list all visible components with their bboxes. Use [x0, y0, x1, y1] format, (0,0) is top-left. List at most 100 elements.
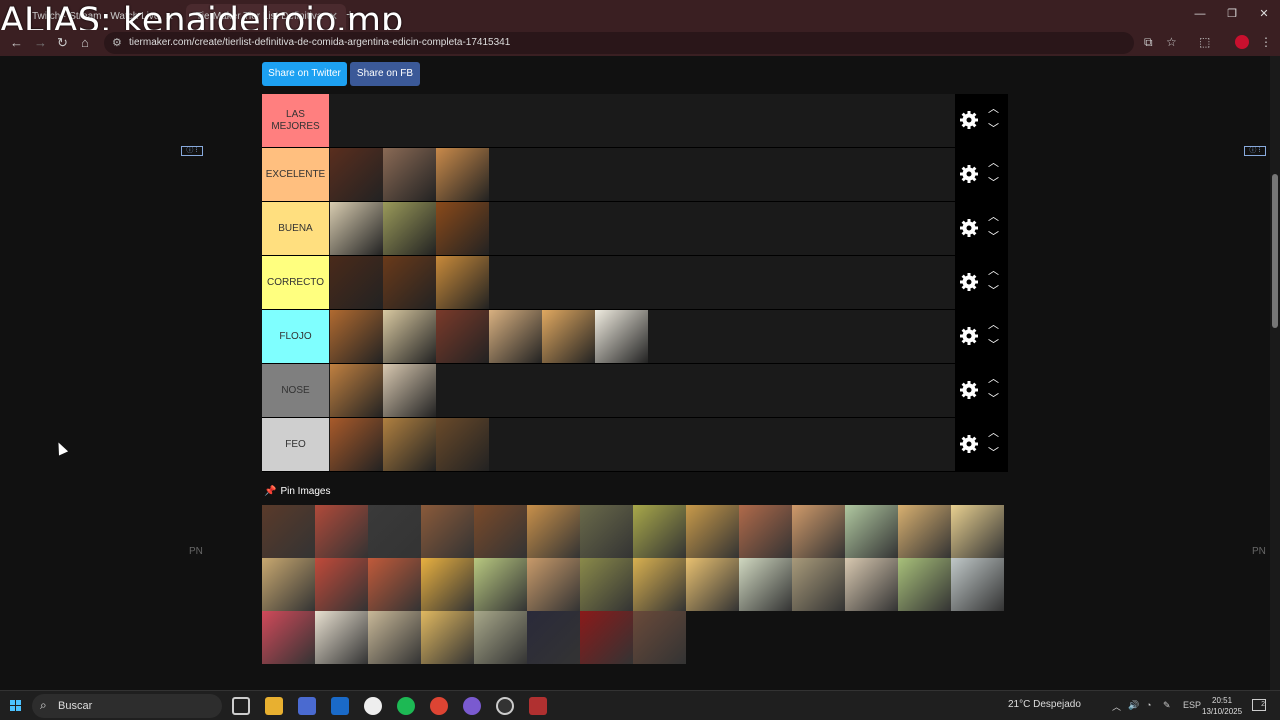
extensions-icon[interactable]: ⬚ — [1199, 35, 1210, 49]
tier-label[interactable]: FEO — [262, 418, 329, 471]
food-image-card[interactable] — [330, 418, 383, 471]
food-image-card[interactable] — [580, 558, 633, 611]
obs-icon[interactable] — [496, 697, 514, 715]
gear-icon[interactable] — [959, 380, 979, 400]
chevron-up-icon[interactable]: ︿ — [988, 428, 999, 439]
close-window-icon[interactable]: ✕ — [1248, 0, 1280, 30]
gear-icon[interactable] — [959, 164, 979, 184]
task-view-icon[interactable] — [232, 697, 250, 715]
pin-icon[interactable]: 📌 — [264, 486, 276, 497]
food-image-card[interactable] — [262, 505, 315, 558]
share-fb-button[interactable]: Share on FB — [350, 62, 420, 86]
page-scrollbar[interactable] — [1270, 56, 1280, 690]
food-image-card[interactable] — [527, 505, 580, 558]
food-image-card[interactable] — [527, 558, 580, 611]
chevron-down-icon[interactable]: ﹀ — [988, 178, 999, 189]
gear-icon[interactable] — [959, 326, 979, 346]
chevron-up-icon[interactable]: ︿ — [988, 266, 999, 277]
file-explorer-icon[interactable] — [265, 697, 283, 715]
food-image-card[interactable] — [383, 148, 436, 201]
chevron-down-icon[interactable]: ﹀ — [988, 232, 999, 243]
food-image-card[interactable] — [898, 505, 951, 558]
food-image-card[interactable] — [383, 202, 436, 255]
food-image-card[interactable] — [527, 611, 580, 664]
food-image-card[interactable] — [315, 611, 368, 664]
food-image-card[interactable] — [686, 505, 739, 558]
food-image-card[interactable] — [633, 505, 686, 558]
tier-label[interactable]: EXCELENTE — [262, 148, 329, 201]
food-image-card[interactable] — [383, 256, 436, 309]
chevron-up-icon[interactable]: ︿ — [988, 320, 999, 331]
pen-icon[interactable]: ✎ — [1163, 700, 1171, 711]
taskbar-search[interactable]: ⌕ Buscar — [32, 694, 222, 718]
chevron-up-icon[interactable]: ︿ — [988, 158, 999, 169]
food-image-card[interactable] — [739, 558, 792, 611]
food-image-card[interactable] — [421, 558, 474, 611]
gear-icon[interactable] — [959, 272, 979, 292]
food-image-card[interactable] — [262, 611, 315, 664]
notifications-icon[interactable]: 2 — [1252, 699, 1266, 711]
ad-choices-icon[interactable]: ⓘ ⁝ — [181, 146, 203, 156]
food-image-card[interactable] — [580, 505, 633, 558]
food-image-card[interactable] — [436, 418, 489, 471]
scrollbar-thumb[interactable] — [1272, 174, 1278, 328]
food-image-card[interactable] — [368, 611, 421, 664]
chrome-icon[interactable] — [430, 697, 448, 715]
food-image-card[interactable] — [330, 310, 383, 363]
bookmark-star-icon[interactable]: ☆ — [1166, 35, 1177, 49]
food-image-card[interactable] — [436, 256, 489, 309]
store-icon[interactable] — [298, 697, 316, 715]
food-image-card[interactable] — [383, 364, 436, 417]
address-bar[interactable]: ⚙ tiermaker.com/create/tierlist-definiti… — [104, 32, 1134, 54]
restore-icon[interactable]: ❐ — [1216, 0, 1248, 30]
tier-label[interactable]: LAS MEJORES — [262, 94, 329, 147]
home-icon[interactable]: ⌂ — [81, 35, 89, 50]
chevron-up-icon[interactable]: ︿ — [988, 104, 999, 115]
food-image-card[interactable] — [262, 558, 315, 611]
food-image-card[interactable] — [951, 505, 1004, 558]
food-image-card[interactable] — [421, 611, 474, 664]
ad-choices-icon[interactable]: ⓘ ⁝ — [1244, 146, 1266, 156]
food-image-card[interactable] — [542, 310, 595, 363]
food-image-card[interactable] — [633, 611, 686, 664]
food-image-card[interactable] — [383, 418, 436, 471]
app-icon[interactable] — [529, 697, 547, 715]
tier-label[interactable]: NOSE — [262, 364, 329, 417]
food-image-card[interactable] — [951, 558, 1004, 611]
food-image-card[interactable] — [315, 505, 368, 558]
chevron-up-icon[interactable]: ︿ — [988, 212, 999, 223]
clock[interactable]: 20:51 13/10/2025 — [1202, 695, 1242, 717]
chevron-up-icon[interactable]: ︿ — [988, 374, 999, 385]
menu-dots-icon[interactable]: ⋮ — [1260, 35, 1272, 49]
food-image-card[interactable] — [474, 505, 527, 558]
food-image-card[interactable] — [489, 310, 542, 363]
food-image-card[interactable] — [898, 558, 951, 611]
share-twitter-button[interactable]: Share on Twitter — [262, 62, 347, 86]
weather-widget[interactable]: 21°C Despejado — [1008, 699, 1081, 710]
food-image-card[interactable] — [686, 558, 739, 611]
profile-avatar[interactable] — [1235, 35, 1249, 49]
minimize-icon[interactable]: — — [1184, 0, 1216, 30]
app-sc-icon[interactable] — [364, 697, 382, 715]
food-image-card[interactable] — [845, 558, 898, 611]
food-image-card[interactable] — [330, 256, 383, 309]
windows-start-icon[interactable] — [10, 700, 22, 712]
chevron-down-icon[interactable]: ﹀ — [988, 448, 999, 459]
tray-chevron-icon[interactable]: ︿ — [1112, 700, 1121, 713]
tier-label[interactable]: CORRECTO — [262, 256, 329, 309]
food-image-card[interactable] — [792, 558, 845, 611]
food-image-card[interactable] — [845, 505, 898, 558]
food-image-card[interactable] — [368, 558, 421, 611]
food-image-card[interactable] — [330, 202, 383, 255]
gear-icon[interactable] — [959, 110, 979, 130]
back-icon[interactable]: ← — [10, 35, 23, 50]
food-image-card[interactable] — [436, 148, 489, 201]
food-image-card[interactable] — [315, 558, 368, 611]
tier-label[interactable]: FLOJO — [262, 310, 329, 363]
spotify-icon[interactable] — [397, 697, 415, 715]
food-image-card[interactable] — [580, 611, 633, 664]
food-image-card[interactable] — [792, 505, 845, 558]
food-image-card[interactable] — [595, 310, 648, 363]
food-image-card[interactable] — [474, 611, 527, 664]
site-info-icon[interactable]: ⚙ — [112, 36, 122, 49]
